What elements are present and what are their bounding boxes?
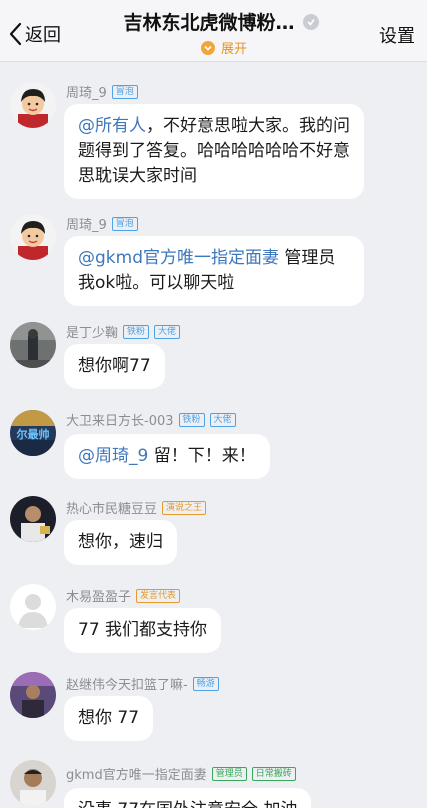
- avatar[interactable]: [10, 214, 56, 260]
- avatar[interactable]: [10, 672, 56, 718]
- message-bubble[interactable]: @gkmd官方唯一指定面妻 管理员我ok啦。可以聊天啦: [64, 236, 364, 306]
- avatar[interactable]: [10, 82, 56, 128]
- message-bubble[interactable]: 想你啊77: [64, 344, 165, 389]
- message-nickname[interactable]: 热心市民糖豆豆: [66, 498, 157, 517]
- message-nickname[interactable]: 周琦_9: [66, 82, 107, 101]
- message-text: 留！下！来！: [148, 446, 256, 466]
- message-bubble[interactable]: 想你 77: [64, 696, 154, 741]
- mention-link[interactable]: @周琦_9: [78, 446, 148, 466]
- message-nickname[interactable]: gkmd官方唯一指定面妻: [66, 764, 207, 783]
- avatar-text: 尔最帅: [16, 427, 50, 441]
- message-nickname[interactable]: 周琦_9: [66, 214, 107, 233]
- member-badge: 铁粉: [178, 412, 205, 427]
- avatar[interactable]: [10, 760, 56, 806]
- verified-badge-icon: [302, 13, 319, 30]
- message-bubble[interactable]: 想你，速归: [64, 520, 177, 565]
- chevron-left-icon: [9, 22, 22, 46]
- message-bubble[interactable]: 没事 77在国外注意安全 加油: [64, 788, 312, 808]
- message-bubble[interactable]: @周琦_9 留！下！来！: [64, 434, 270, 479]
- group-title: 吉林东北虎微博粉…: [123, 12, 295, 34]
- message-nickname[interactable]: 木易盈盈子: [66, 586, 131, 605]
- message-text: 没事 77在国外注意安全 加油: [78, 800, 297, 808]
- chevron-down-icon: [200, 40, 215, 55]
- member-badge: 大佬: [209, 412, 236, 427]
- message-text: 想你，速归: [78, 532, 163, 552]
- member-badge: 畅游: [192, 676, 219, 691]
- message-nickname[interactable]: 是丁少鞠: [66, 322, 118, 341]
- admin-badge: 管理员: [211, 766, 247, 781]
- chat-header: 返回 吉林东北虎微博粉… 展开 设置: [0, 0, 427, 62]
- avatar[interactable]: [10, 322, 56, 368]
- expand-button[interactable]: 展开: [112, 38, 330, 57]
- member-badge: 日常搬砖: [251, 766, 296, 781]
- message-text: 77 我们都支持你: [78, 620, 208, 640]
- member-badge: 发言代表: [136, 588, 181, 603]
- message-text: 想你 77: [78, 708, 140, 728]
- message-bubble[interactable]: @所有人，不好意思啦大家。我的问题得到了答复。哈哈哈哈哈哈不好意思耽误大家时间: [64, 104, 364, 199]
- back-button[interactable]: 返回: [8, 20, 61, 48]
- member-badge: 铁粉: [123, 324, 150, 339]
- message-nickname[interactable]: 赵继伟今天扣篮了嘛-: [66, 674, 188, 693]
- expand-label: 展开: [220, 42, 247, 57]
- member-badge: 冒泡: [111, 84, 138, 99]
- message-nickname[interactable]: 大卫来日方长-003: [66, 410, 174, 429]
- avatar[interactable]: [10, 584, 56, 630]
- settings-button[interactable]: 设置: [379, 22, 415, 48]
- member-badge: 大佬: [154, 324, 181, 339]
- message-text: 想你啊77: [78, 356, 151, 376]
- back-label: 返回: [25, 25, 61, 46]
- avatar[interactable]: [10, 496, 56, 542]
- message-bubble[interactable]: 77 我们都支持你: [64, 608, 222, 653]
- avatar[interactable]: 尔最帅: [10, 410, 56, 456]
- member-badge: 演说之王: [162, 500, 207, 515]
- mention-link[interactable]: @所有人: [78, 116, 146, 136]
- mention-link[interactable]: @gkmd官方唯一指定面妻: [78, 248, 279, 268]
- group-title-area[interactable]: 吉林东北虎微博粉… 展开: [112, 8, 330, 57]
- member-badge: 冒泡: [111, 216, 138, 231]
